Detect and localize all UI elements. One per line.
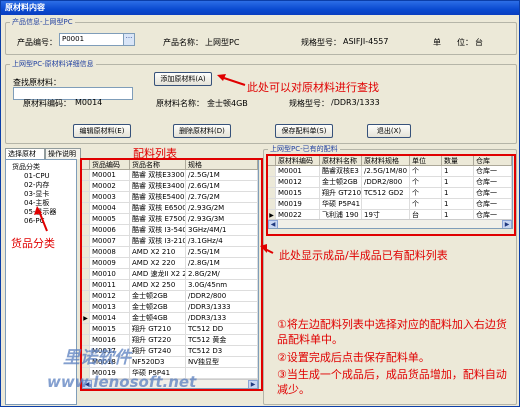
- annotation-step2: ②设置完成后点击保存配料单。: [277, 351, 430, 364]
- arrow-search: [220, 76, 246, 86]
- arrow-category: [38, 210, 48, 232]
- annotation-bom: 此处显示成品/半成品已有配料列表: [279, 249, 448, 262]
- annotation-step3: ③当生成一个成品后，成品货品增加，配料自动减少。: [277, 368, 507, 396]
- watermark-url: www.lenosoft.net: [47, 373, 197, 391]
- annotation-material-list: 配料列表: [133, 147, 177, 160]
- annotation-category: 货品分类: [11, 237, 55, 250]
- material-window: 原材料内容 产品信息-上网型PC 产品编号： P0001 ··· 产品名称： 上…: [0, 0, 520, 407]
- arrow-bom-head: [260, 244, 267, 253]
- annotation-search: 此处可以对原材料进行查找: [247, 81, 379, 94]
- watermark-logo: 里诺软件: [63, 348, 131, 368]
- annotation-step1: ①将左边配料列表中选择对应的配料加入右边货品配料单中。: [277, 318, 507, 346]
